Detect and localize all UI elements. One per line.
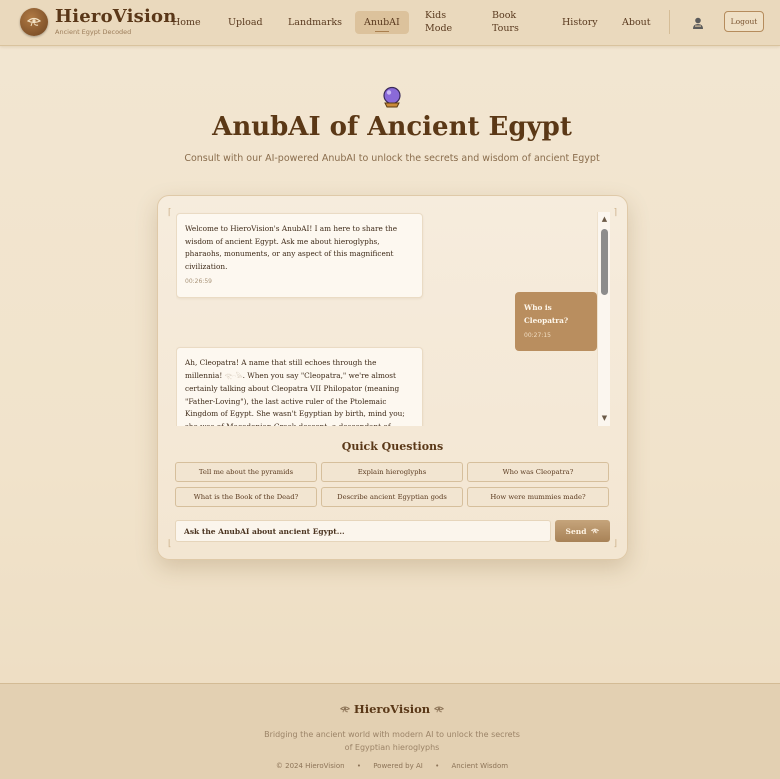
corner-ornament-icon: ⌈ — [168, 208, 172, 218]
footer-links: © 2024 HieroVision • Powered by AI • Anc… — [0, 762, 780, 770]
footer-link-ancient-wisdom[interactable]: Ancient Wisdom — [451, 762, 508, 770]
footer-separator: • — [356, 762, 361, 770]
quick-question-button[interactable]: Describe ancient Egyptian gods — [321, 487, 463, 507]
top-navbar: HieroVision Ancient Egypt Decoded Home U… — [0, 0, 780, 46]
footer: HieroVision Bridging the ancient world w… — [0, 683, 780, 779]
nav-book-tours[interactable]: Book Tours — [492, 9, 520, 35]
eye-of-horus-icon — [339, 702, 354, 716]
brand-tagline: Ancient Egypt Decoded — [55, 28, 132, 36]
quick-questions-title: Quick Questions — [341, 440, 444, 453]
footer-brand: HieroVision — [0, 702, 780, 716]
nav-landmarks[interactable]: Landmarks — [288, 16, 342, 29]
quick-question-button[interactable]: Tell me about the pyramids — [175, 462, 317, 482]
scroll-down-arrow-icon[interactable]: ▼ — [600, 414, 609, 423]
message-text: Who is Cleopatra? — [524, 303, 569, 325]
nav-anubai[interactable]: AnubAI — [355, 11, 409, 34]
brand-name[interactable]: HieroVision — [55, 6, 177, 27]
send-button[interactable]: Send — [555, 520, 610, 542]
page-subtitle: Consult with our AI-powered AnubAI to un… — [184, 153, 600, 164]
scroll-up-arrow-icon[interactable]: ▲ — [600, 215, 609, 224]
eye-of-horus-icon — [591, 527, 600, 536]
nav-divider — [669, 10, 670, 34]
chat-messages[interactable]: Welcome to HieroVision's AnubAI! I am he… — [176, 212, 610, 426]
hieroglyph-text: 𓂀𓏏𓅃 — [224, 372, 243, 380]
crystal-ball-icon — [381, 86, 403, 108]
nav-upload[interactable]: Upload — [228, 16, 263, 29]
quick-question-button[interactable]: Who was Cleopatra? — [467, 462, 609, 482]
eye-of-horus-icon[interactable] — [20, 8, 48, 36]
chat-scrollbar[interactable]: ▲ ▼ — [597, 212, 610, 426]
footer-tagline: Bridging the ancient world with modern A… — [264, 730, 520, 752]
page-title: AnubAI of Ancient Egypt — [212, 112, 572, 142]
nav-home[interactable]: Home — [172, 16, 201, 29]
corner-ornament-icon: ⌊ — [168, 539, 172, 549]
send-label: Send — [565, 526, 587, 536]
footer-link-powered-by-ai[interactable]: Powered by AI — [373, 762, 423, 770]
user-message: Who is Cleopatra? 00:27:15 — [515, 292, 597, 351]
eye-of-horus-icon — [434, 702, 445, 716]
footer-copyright: © 2024 HieroVision — [275, 762, 345, 770]
nav-kids-mode[interactable]: Kids Mode — [425, 9, 452, 35]
message-timestamp: 00:27:15 — [524, 332, 551, 340]
footer-brand-name: HieroVision — [353, 702, 431, 716]
corner-ornament-icon: ⌉ — [613, 208, 617, 218]
quick-question-button[interactable]: How were mummies made? — [467, 487, 609, 507]
quick-question-button[interactable]: What is the Book of the Dead? — [175, 487, 317, 507]
message-text: Welcome to HieroVision's AnubAI! I am he… — [185, 224, 398, 271]
scroll-thumb[interactable] — [601, 229, 608, 295]
chat-input[interactable] — [175, 520, 551, 542]
bot-message: Welcome to HieroVision's AnubAI! I am he… — [176, 213, 423, 298]
nav-about[interactable]: About — [622, 16, 651, 29]
corner-ornament-icon: ⌋ — [613, 539, 617, 549]
message-timestamp: 00:26:59 — [185, 278, 212, 286]
footer-separator: • — [435, 762, 440, 770]
nav-history[interactable]: History — [562, 16, 598, 29]
logout-button[interactable]: Logout — [724, 11, 764, 32]
bot-message: Ah, Cleopatra! A name that still echoes … — [176, 347, 423, 426]
user-icon[interactable] — [692, 15, 704, 29]
quick-question-button[interactable]: Explain hieroglyphs — [321, 462, 463, 482]
